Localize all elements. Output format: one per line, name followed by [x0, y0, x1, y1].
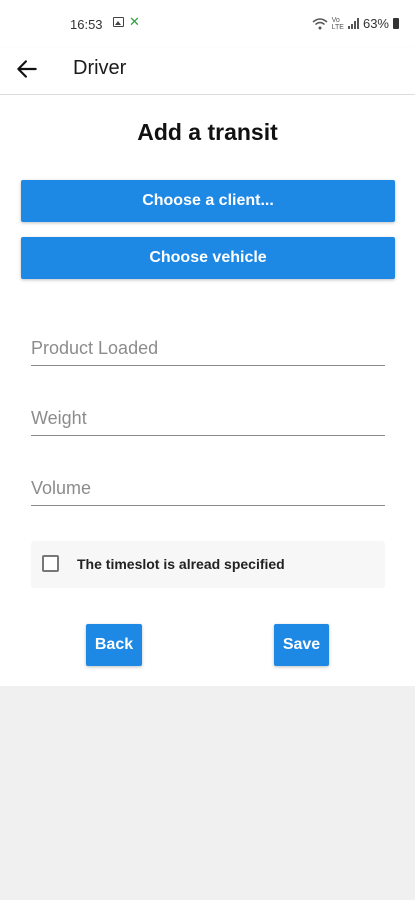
back-button[interactable]: Back	[86, 624, 142, 666]
arrow-left-icon[interactable]	[14, 56, 40, 82]
weight-input[interactable]	[31, 408, 385, 429]
product-loaded-input[interactable]	[31, 338, 385, 359]
timeslot-checkbox-row[interactable]: The timeslot is alread specified	[31, 541, 385, 588]
choose-client-button[interactable]: Choose a client...	[21, 180, 395, 222]
status-time: 16:53	[70, 17, 103, 32]
timeslot-checkbox[interactable]	[42, 555, 59, 572]
volume-field	[31, 465, 385, 506]
add-transit-form: Add a transit Choose a client... Choose …	[0, 95, 415, 686]
system-icons: Vo LTE 63%	[312, 16, 399, 31]
save-button[interactable]: Save	[274, 624, 329, 666]
battery-percent: 63%	[362, 16, 389, 31]
volte-icon: Vo LTE	[331, 16, 344, 31]
page-title: Add a transit	[137, 119, 278, 145]
signal-icon	[347, 18, 359, 29]
weight-field	[31, 395, 385, 436]
battery-icon	[393, 18, 399, 29]
volume-input[interactable]	[31, 478, 385, 499]
product-loaded-field	[31, 325, 385, 366]
notification-icons: ✕	[113, 15, 143, 29]
timeslot-checkbox-label: The timeslot is alread specified	[77, 556, 285, 572]
wifi-icon	[312, 17, 328, 29]
status-bar: 16:53 ✕ Vo LTE 63%	[0, 0, 415, 48]
image-icon	[113, 17, 124, 27]
app-bar: Driver	[0, 48, 415, 94]
choose-vehicle-button[interactable]: Choose vehicle	[21, 237, 395, 279]
app-notification-icon: ✕	[129, 14, 140, 29]
app-bar-title: Driver	[73, 57, 127, 79]
